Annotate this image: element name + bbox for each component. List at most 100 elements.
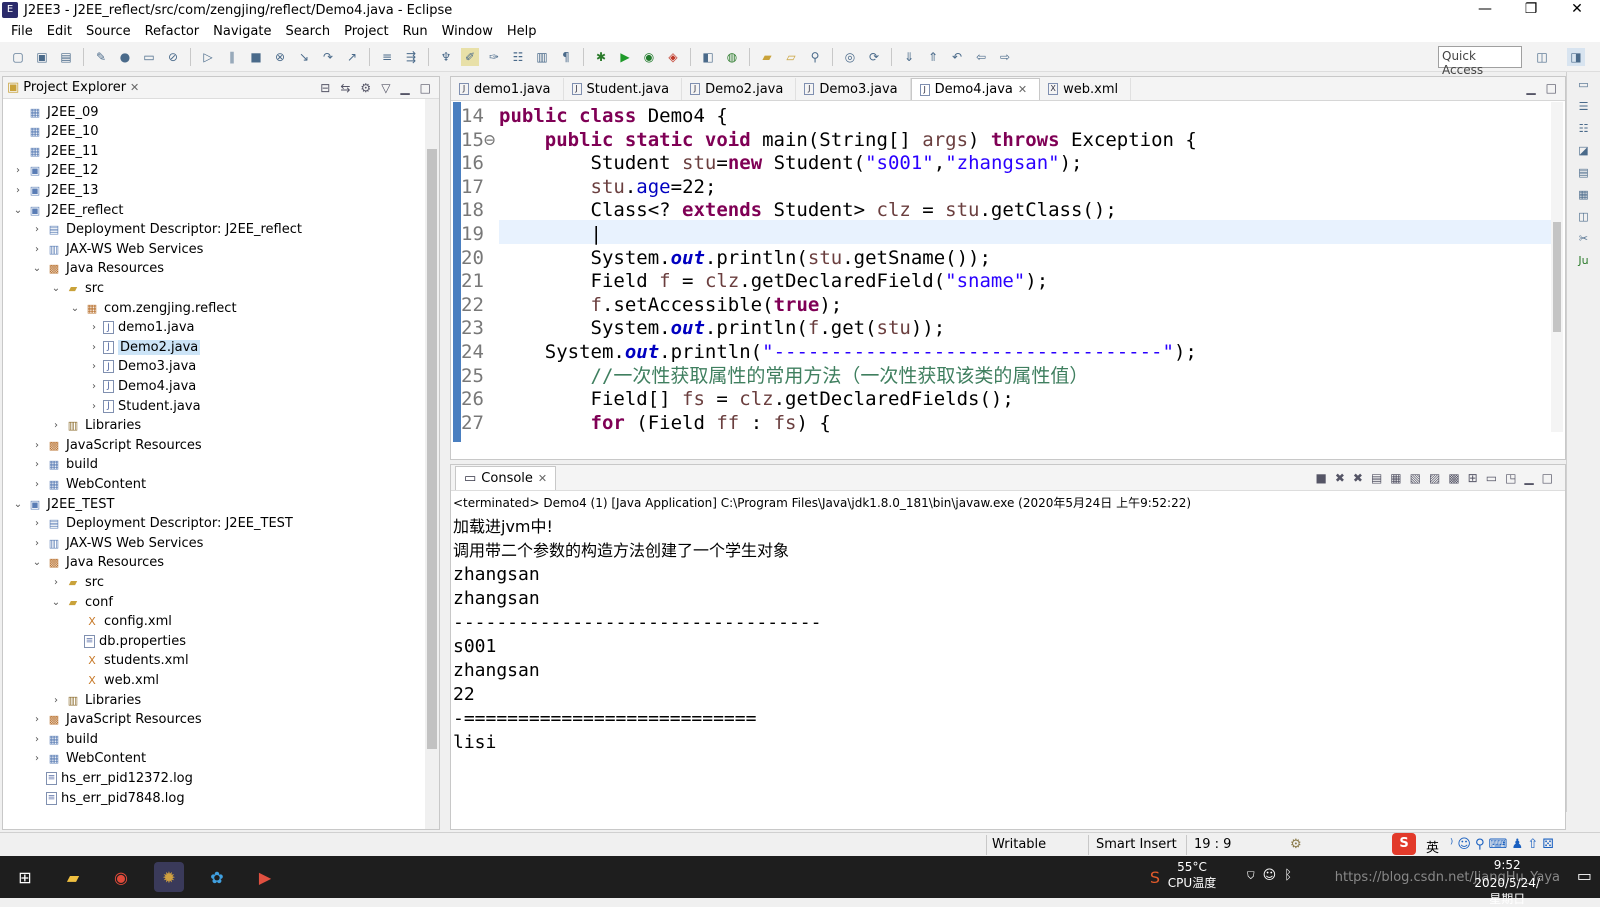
collapsed-arrow-icon[interactable]: › — [87, 342, 101, 353]
menu-source[interactable]: Source — [79, 24, 138, 39]
tree-item[interactable]: › J Demo3.java — [87, 357, 196, 377]
open-console-icon[interactable]: ◳ — [1505, 471, 1516, 485]
quick-access-input[interactable]: Quick Access — [1438, 46, 1522, 77]
toggle-mark-icon[interactable]: ≡ — [378, 48, 396, 66]
file-explorer-icon[interactable]: ▰ — [58, 862, 88, 892]
collapsed-arrow-icon[interactable]: › — [49, 695, 63, 706]
menu-project[interactable]: Project — [337, 24, 395, 39]
tree-item[interactable]: › ▰ src — [49, 572, 104, 592]
maximize-view-icon[interactable]: □ — [420, 81, 431, 95]
outline-view-icon[interactable]: ☰ — [1576, 100, 1592, 116]
tab-demo3-java[interactable]: J Demo3.java — [796, 78, 911, 100]
link-editor-icon[interactable]: ⇆ — [340, 81, 350, 95]
tray-icons[interactable]: ⛉☺ᛒ — [1247, 868, 1300, 883]
word-wrap-icon[interactable]: ▧ — [1410, 471, 1421, 485]
collapsed-arrow-icon[interactable]: › — [30, 244, 44, 255]
junit-icon[interactable]: Ju — [1576, 254, 1592, 270]
minimize-console-icon[interactable]: ▁ — [1524, 471, 1533, 485]
scroll-lock-icon[interactable]: ▦ — [1390, 471, 1401, 485]
tree-item[interactable]: ⌄ ▰ src — [49, 278, 104, 298]
pin-console-icon[interactable]: ⊞ — [1468, 471, 1478, 485]
clock[interactable]: 9:52 2020/5/24/星期日 — [1474, 858, 1540, 907]
collapsed-arrow-icon[interactable]: › — [30, 224, 44, 235]
collapsed-arrow-icon[interactable]: › — [30, 440, 44, 451]
open-file-icon[interactable]: ▱ — [782, 48, 800, 66]
tree-item[interactable]: › ▩ JavaScript Resources — [30, 435, 202, 455]
highlight-icon[interactable]: ✐ — [461, 47, 479, 66]
collapsed-arrow-icon[interactable]: › — [87, 401, 101, 412]
tree-item[interactable]: › J Student.java — [87, 396, 201, 416]
code-line[interactable]: 14 public class Demo4 { — [451, 104, 1551, 128]
tree-item[interactable]: › ▦ WebContent — [30, 749, 146, 769]
media-player-icon[interactable]: ▶ — [250, 862, 280, 892]
people-icon[interactable]: ☺ — [1263, 868, 1285, 883]
windows-start-icon[interactable]: ⊞ — [10, 862, 40, 892]
console-icon[interactable]: ▭ — [140, 48, 158, 66]
task-icon[interactable]: ☷ — [509, 48, 527, 66]
code-line[interactable]: 19 | — [451, 222, 1551, 246]
expanded-arrow-icon[interactable]: ⌄ — [49, 597, 63, 608]
tree-item[interactable]: › ▥ Libraries — [49, 416, 141, 436]
annotation-icon[interactable]: ✑ — [485, 48, 503, 66]
clear-console-icon[interactable]: ▤ — [1371, 471, 1382, 485]
tree-item[interactable]: Xweb.xml — [68, 670, 159, 690]
new-icon[interactable]: ▢ — [9, 48, 27, 66]
filter-icon[interactable]: ⚙ — [360, 81, 371, 95]
menu-file[interactable]: File — [4, 24, 40, 39]
remove-all-icon[interactable]: ✖ — [1353, 471, 1363, 485]
tree-item[interactable]: › ▤ Deployment Descriptor: J2EE_TEST — [30, 514, 293, 534]
tree-item[interactable]: ▦ J2EE_11 — [11, 141, 99, 161]
external-tools-icon[interactable]: ◈ — [664, 48, 682, 66]
next-annotation-icon[interactable]: ⇓ — [900, 48, 918, 66]
tree-item[interactable]: › ▦ WebContent — [30, 474, 146, 494]
debug-icon[interactable]: ✱ — [592, 48, 610, 66]
sogou-ime-icon[interactable]: S — [1392, 833, 1416, 855]
view-menu-icon[interactable]: ▽ — [381, 81, 390, 95]
tree-item[interactable]: › ▥ JAX-WS Web Services — [30, 239, 203, 259]
coverage-icon[interactable]: ◉ — [640, 48, 658, 66]
tree-item[interactable]: › ▦ build — [30, 455, 98, 475]
collapsed-arrow-icon[interactable]: › — [30, 538, 44, 549]
build-icon[interactable]: ✎ — [92, 48, 110, 66]
expanded-arrow-icon[interactable]: ⌄ — [11, 499, 25, 510]
suspend-icon[interactable]: ∥ — [223, 48, 241, 66]
expanded-arrow-icon[interactable]: ⌄ — [49, 283, 63, 294]
tree-item[interactable]: ≡ db.properties — [68, 631, 186, 651]
properties-icon[interactable]: ▤ — [1576, 166, 1592, 182]
expanded-arrow-icon[interactable]: ⌄ — [30, 557, 44, 568]
editor-scrollbar[interactable] — [1551, 102, 1563, 432]
code-line[interactable]: 15⊖ public static void main(String[] arg… — [451, 128, 1551, 152]
collapsed-arrow-icon[interactable]: › — [87, 361, 101, 372]
tree-item[interactable]: ▦ J2EE_10 — [11, 122, 99, 142]
code-line[interactable]: 17 stu.age=22; — [451, 175, 1551, 199]
code-line[interactable]: 22 f.setAccessible(true); — [451, 293, 1551, 317]
skip-breakpoints-icon[interactable]: ⊘ — [164, 48, 182, 66]
snippets-icon[interactable]: ✂ — [1576, 232, 1592, 248]
tree-item[interactable]: › J Demo2.java — [87, 337, 201, 357]
search-icon[interactable]: ⚲ — [806, 48, 824, 66]
expanded-arrow-icon[interactable]: ⌄ — [30, 263, 44, 274]
notification-icon[interactable]: ▭ — [1577, 866, 1592, 885]
back-icon[interactable]: ⇦ — [972, 48, 990, 66]
step-return-icon[interactable]: ↗ — [343, 48, 361, 66]
step-into-icon[interactable]: ↘ — [295, 48, 313, 66]
expanded-arrow-icon[interactable]: ⌄ — [68, 303, 82, 314]
close-tab-icon[interactable]: ✕ — [130, 81, 139, 94]
tree-item[interactable]: ⌄ ▩ Java Resources — [30, 259, 164, 279]
tree-item[interactable]: Xconfig.xml — [68, 612, 172, 632]
save-icon[interactable]: ▣ — [33, 48, 51, 66]
resume-icon[interactable]: ▷ — [199, 48, 217, 66]
tree-item[interactable]: ▦ J2EE_09 — [11, 102, 99, 122]
maximize-editor-icon[interactable]: □ — [1546, 81, 1557, 95]
show-whitespace-icon[interactable]: ¶ — [557, 48, 575, 66]
code-line[interactable]: 24 System.out.println("-----------------… — [451, 340, 1551, 364]
save-all-icon[interactable]: ▤ — [57, 48, 75, 66]
code-line[interactable]: 25 //一次性获取属性的常用方法（一次性获取该类的属性值） — [451, 364, 1551, 388]
code-line[interactable]: 26 Field[] fs = clz.getDeclaredFields(); — [451, 387, 1551, 411]
format-icon[interactable]: ⇶ — [402, 48, 420, 66]
ime-mode-label[interactable]: 英 — [1426, 837, 1439, 856]
tree-item[interactable]: › ▤ Deployment Descriptor: J2EE_reflect — [30, 220, 302, 240]
tree-item[interactable]: › ▣ J2EE_13 — [11, 180, 99, 200]
minimize-editor-icon[interactable]: ▁ — [1526, 81, 1535, 95]
terminate-icon[interactable]: ■ — [247, 48, 265, 66]
